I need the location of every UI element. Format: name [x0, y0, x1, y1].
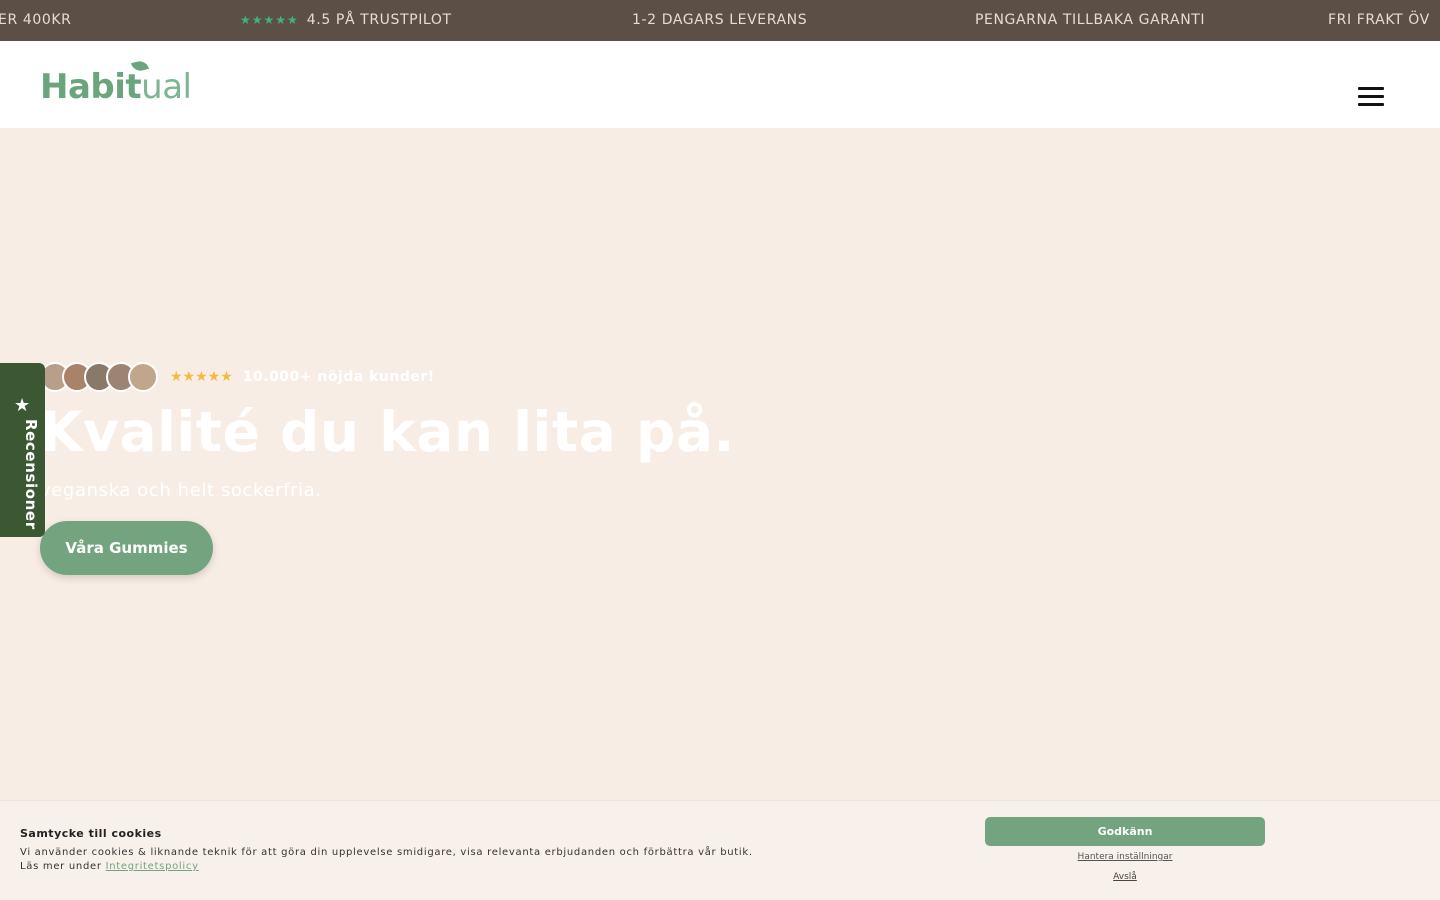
- announcement-ticker: ER 400KR ★★★★★ 4.5 PÅ TRUSTPILOT 1-2 DAGA…: [0, 0, 1440, 41]
- shop-gummies-button[interactable]: Våra Gummies: [40, 521, 213, 575]
- ticker-item-delivery: 1-2 DAGARS LEVERANS: [632, 12, 808, 28]
- ticker-item-trustpilot-label: 4.5 PÅ TRUSTPILOT: [306, 12, 452, 28]
- hero-section: ★★★★★ 10.000+ nöjda kunder! Kvalité du k…: [0, 128, 1440, 800]
- cookie-description: Vi använder cookies & liknande teknik fö…: [20, 846, 753, 874]
- logo-light-text: ual: [141, 67, 192, 107]
- manage-settings-link[interactable]: Hantera inställningar: [985, 852, 1265, 862]
- hero-title: Kvalité du kan lita på.: [40, 400, 735, 464]
- social-proof-text: 10.000+ nöjda kunder!: [242, 369, 435, 385]
- cookie-title: Samtycke till cookies: [20, 827, 162, 840]
- cookie-text: Vi använder cookies & liknande teknik fö…: [20, 847, 753, 858]
- ticker-item-free-shipping-tail: ER 400KR: [0, 12, 72, 28]
- avatar: [128, 362, 158, 392]
- hamburger-menu-icon[interactable]: [1358, 87, 1384, 107]
- star-icon: ★: [14, 395, 31, 416]
- reviews-side-tab[interactable]: ★ Recensioner: [0, 363, 45, 537]
- hero-subtitle: veganska och helt sockerfria.: [40, 480, 322, 501]
- reviews-tab-label: Recensioner: [22, 419, 40, 530]
- habitual-logo[interactable]: Habitual: [40, 59, 192, 111]
- ticker-item-guarantee: PENGARNA TILLBAKA GARANTI: [975, 12, 1206, 28]
- customer-avatars: [40, 362, 158, 392]
- decline-cookies-link[interactable]: Avslå: [985, 872, 1265, 882]
- ticker-item-trustpilot: ★★★★★ 4.5 PÅ TRUSTPILOT: [240, 0, 452, 41]
- rating-stars-icon: ★★★★★: [170, 369, 233, 385]
- trustpilot-stars-icon: ★★★★★: [240, 13, 299, 27]
- accept-cookies-button[interactable]: Godkänn: [985, 817, 1265, 846]
- cookie-read-more: Läs mer under Integritetspolicy: [20, 860, 753, 874]
- social-proof: ★★★★★ 10.000+ nöjda kunder!: [40, 361, 435, 393]
- cookie-consent-banner: Samtycke till cookies Vi använder cookie…: [0, 800, 1440, 900]
- privacy-policy-link[interactable]: Integritetspolicy: [106, 861, 199, 872]
- logo-bold-text: Habit: [40, 67, 142, 107]
- site-header: Habitual: [0, 41, 1440, 128]
- read-more-label: Läs mer under: [20, 861, 102, 872]
- ticker-item-free-shipping: FRI FRAKT ÖV: [1328, 12, 1430, 28]
